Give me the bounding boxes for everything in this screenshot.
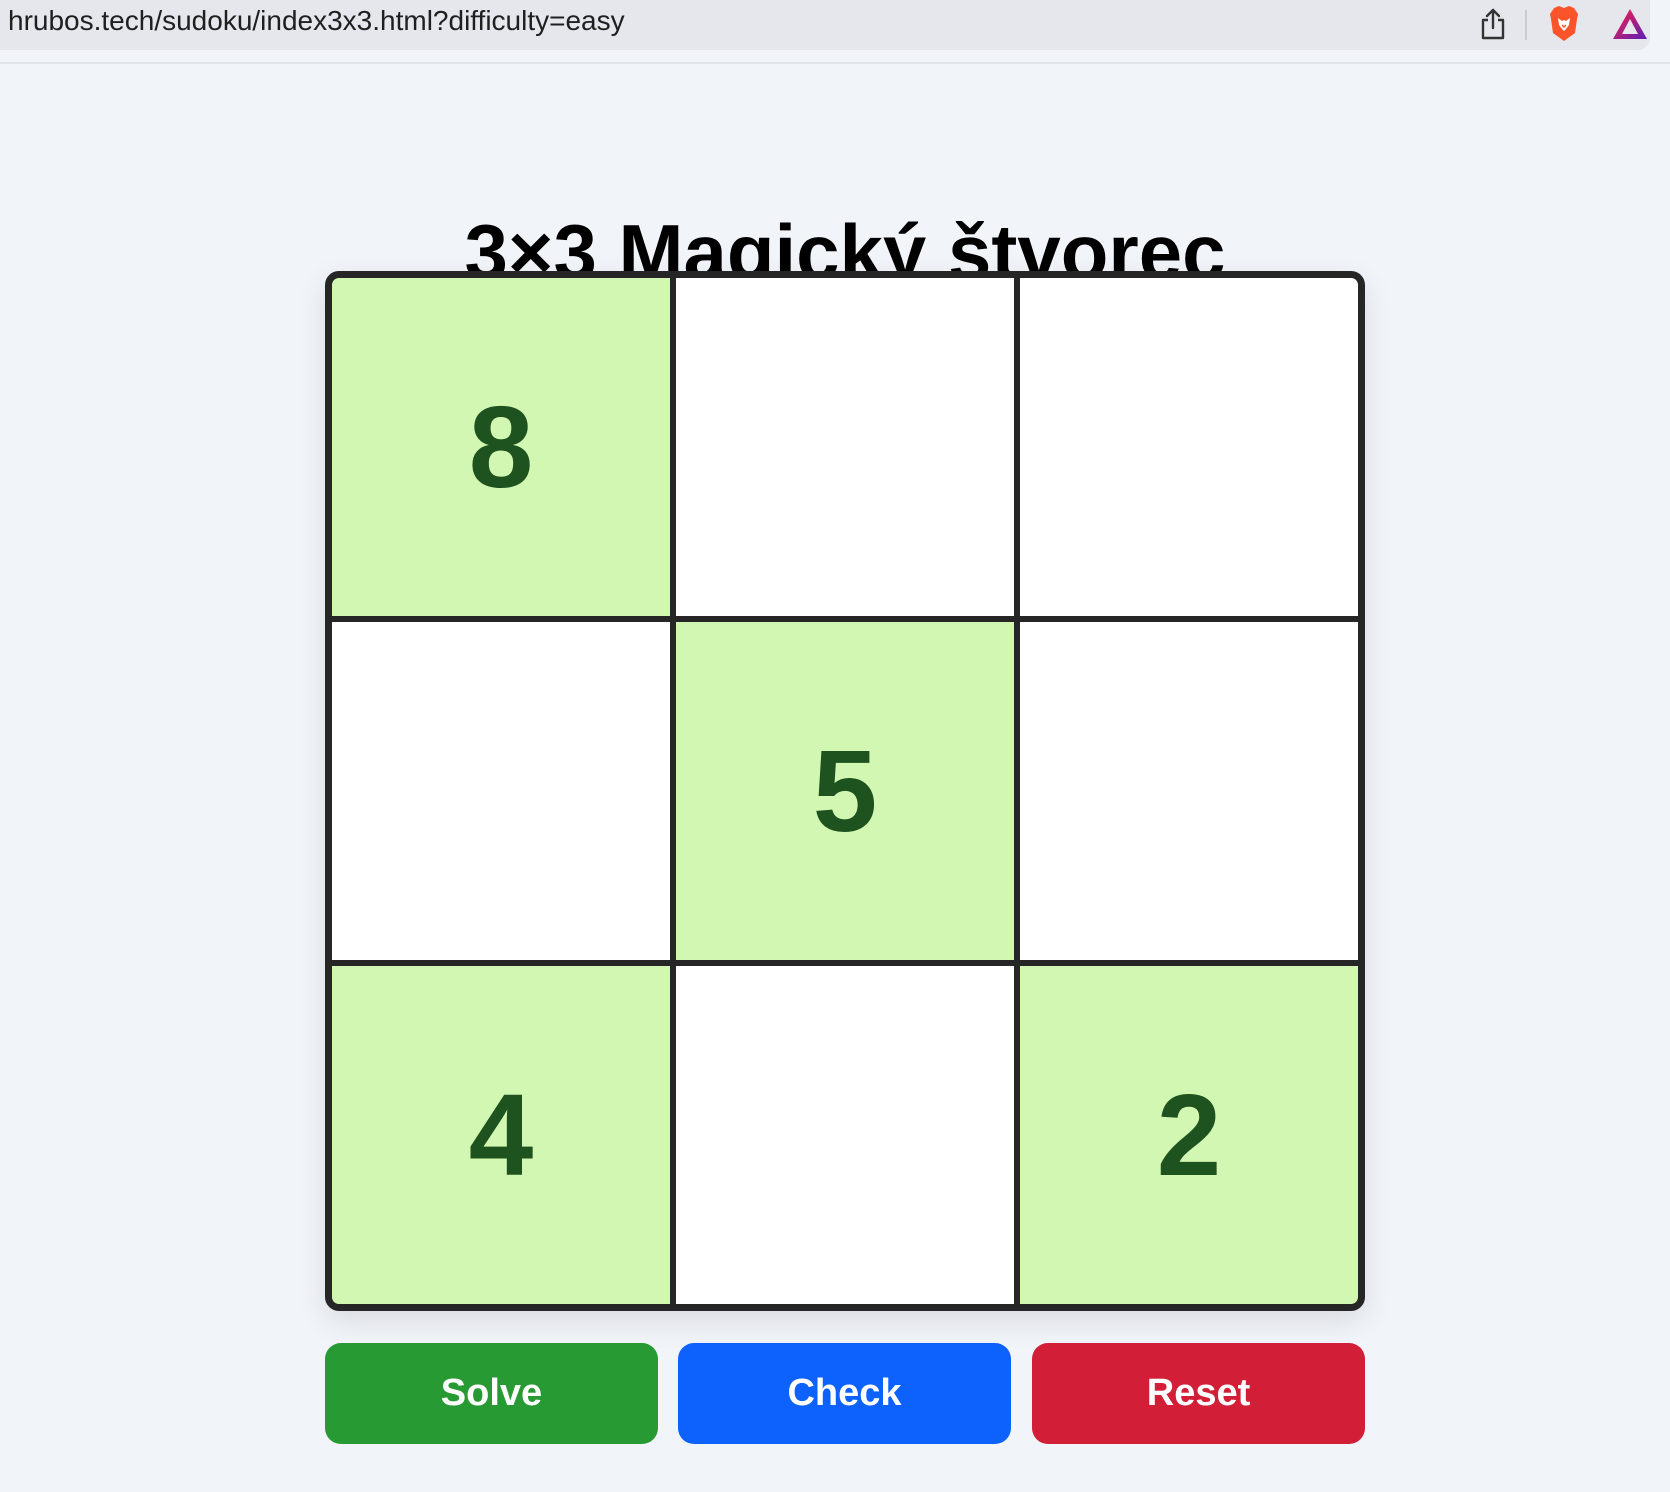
solve-button[interactable]: Solve	[325, 1343, 658, 1444]
address-bar[interactable]: hrubos.tech/sudoku/index3x3.html?difficu…	[0, 0, 1650, 50]
grid-cell-r2c1[interactable]	[332, 622, 670, 960]
grid-cell-r3c2[interactable]	[676, 966, 1014, 1304]
url-text[interactable]: hrubos.tech/sudoku/index3x3.html?difficu…	[8, 5, 625, 37]
magic-square-grid: 8 5 4 2	[325, 271, 1365, 1311]
reset-button[interactable]: Reset	[1032, 1343, 1365, 1444]
grid-cell-r2c3[interactable]	[1020, 622, 1358, 960]
browser-toolbar: hrubos.tech/sudoku/index3x3.html?difficu…	[0, 0, 1670, 64]
grid-cell-r2c2: 5	[676, 622, 1014, 960]
grid-cell-r1c3[interactable]	[1020, 278, 1358, 616]
check-button[interactable]: Check	[678, 1343, 1011, 1444]
brave-lion-icon[interactable]	[1545, 4, 1583, 44]
grid-cell-r3c1: 4	[332, 966, 670, 1304]
grid-cell-r3c3: 2	[1020, 966, 1358, 1304]
toolbar-divider	[1525, 10, 1527, 40]
grid-cell-r1c2[interactable]	[676, 278, 1014, 616]
triangle-icon[interactable]	[1610, 4, 1650, 44]
toolbar-bottom-rule	[0, 62, 1670, 64]
share-icon[interactable]	[1478, 4, 1508, 44]
grid-cell-r1c1: 8	[332, 278, 670, 616]
